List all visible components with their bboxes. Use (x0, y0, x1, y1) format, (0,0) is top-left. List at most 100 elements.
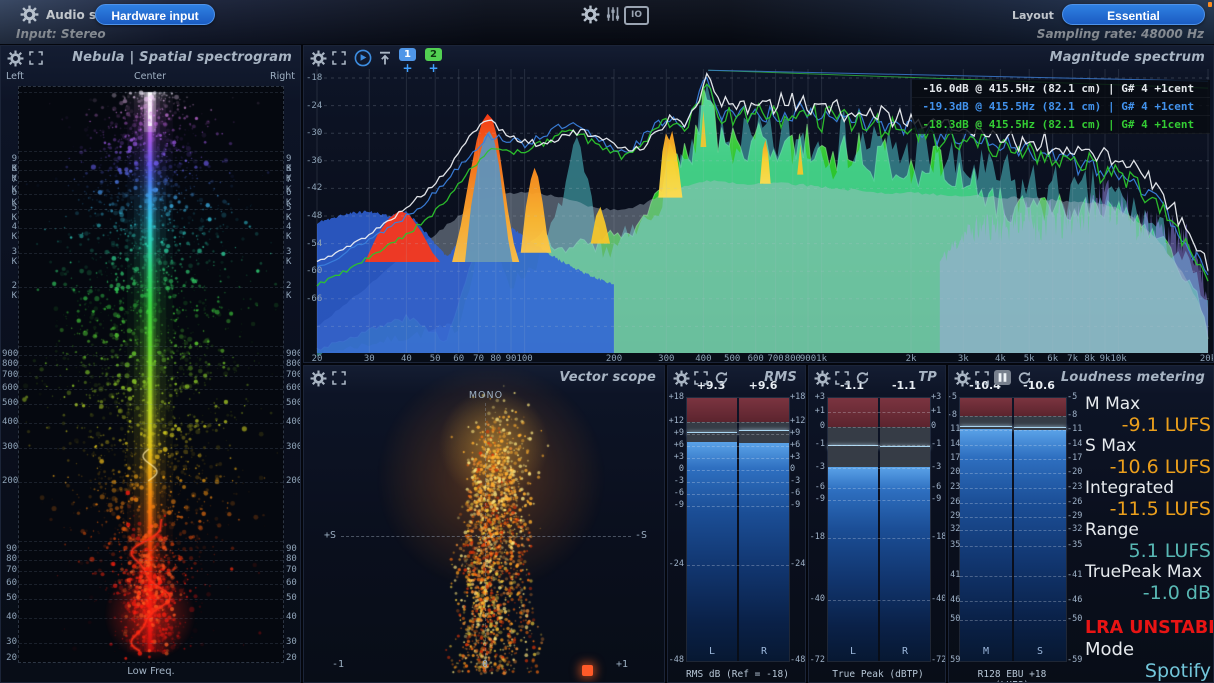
meter-scale-label: -6 (809, 483, 825, 492)
loudness-pause-button[interactable] (994, 370, 1011, 385)
meter-scale-label: -29 (1067, 512, 1087, 521)
nebula-gridline (19, 423, 283, 424)
layout-label: Layout (1012, 9, 1054, 22)
nebula-freq-label: 4 K (2, 222, 17, 242)
peak-hold-icon[interactable] (377, 50, 394, 67)
nebula-freq-label: 30 (2, 637, 17, 647)
nebula-freq-label: 700 (286, 370, 301, 380)
freq-axis-label: 4k (986, 354, 1014, 363)
audio-source-gear-icon[interactable] (20, 5, 40, 23)
meter-scale-label: -41 (1067, 571, 1087, 580)
s-plus-label: +S (324, 530, 336, 541)
spectrum-tab-1[interactable]: 1 (399, 48, 416, 61)
freq-axis-label: 20k (1194, 354, 1214, 363)
loudness-readout-value: -1.0 dB (1085, 582, 1211, 604)
rms-reset-icon[interactable] (714, 370, 731, 387)
readout-note: | G# 4 +1cent (1108, 116, 1210, 133)
io-routing-icon[interactable]: IO (624, 6, 649, 25)
rms-fullscreen-icon[interactable] (694, 371, 708, 385)
nebula-gridline (19, 151, 283, 152)
nebula-freq-label: 50 (286, 593, 301, 603)
vectorscope-panel: Vector scope MONO +S -S -1 0 +1 (303, 365, 665, 683)
loudness-caption: R128 EBU +18 (LUFS) (959, 669, 1065, 683)
loudness-fullscreen-icon[interactable] (975, 371, 989, 385)
meter-scale-label: -3 (790, 477, 806, 486)
nebula-freq-label: 200 (2, 476, 17, 486)
nebula-gridline (19, 160, 283, 161)
nebula-freq-label: 30 (286, 637, 301, 647)
meter-scale-label: -11 (1067, 425, 1087, 434)
spectrum-tab-2-add[interactable]: + (425, 61, 442, 75)
meter-scale-label: -41 (948, 571, 957, 580)
spectrum-tab-2[interactable]: 2 (425, 48, 442, 61)
settings-gear-icon[interactable] (581, 5, 601, 23)
nebula-freq-label: 300 (2, 442, 17, 452)
rms-gear-icon[interactable] (673, 370, 690, 387)
nebula-gear-icon[interactable] (7, 50, 24, 67)
nebula-freq-label: 3 K (2, 247, 17, 267)
vectorscope-fullscreen-icon[interactable] (332, 371, 346, 385)
meter-scale-label: -32 (1067, 525, 1087, 534)
meter-scale-label: -11 (948, 425, 957, 434)
meter-scale-label: -29 (948, 512, 957, 521)
db-axis-label: -24 (306, 101, 322, 111)
nebula-gridline (19, 376, 283, 377)
meter-scale-label: -9 (809, 495, 825, 504)
mixer-icon[interactable] (604, 5, 624, 23)
meter-scale-label: +9 (668, 429, 684, 438)
tp-gear-icon[interactable] (814, 370, 831, 387)
nebula-gridline (19, 560, 283, 561)
spectrum-gear-icon[interactable] (310, 50, 327, 67)
meter-scale-label: -6 (668, 489, 684, 498)
readout-row: -18.3dB @ 415.5Hz (82.1 cm) | G# 4 +1cen… (912, 116, 1210, 134)
freq-axis-label: 2k (897, 354, 925, 363)
readout-level: -19.3dB @ (912, 98, 982, 115)
clip-indicator[interactable] (582, 665, 593, 676)
vectorscope-gear-icon[interactable] (310, 370, 327, 387)
rms-panel: RMS RMS dB (Ref = -18) LR+9.3+9.6+18+18+… (667, 365, 806, 683)
nebula-axis-center-label: Center (121, 71, 179, 82)
nebula-fullscreen-icon[interactable] (29, 51, 43, 65)
nebula-panel: Nebula | Spatial spectrogram Left Center… (0, 45, 301, 683)
nebula-freq-label: 800 (286, 359, 301, 369)
tp-panel: TP True Peak (dBTP) LR-1.1-1.1+3+3+1+100… (808, 365, 946, 683)
nebula-gridline (19, 170, 283, 171)
nebula-freq-label: 400 (286, 417, 301, 427)
spectrum-fullscreen-icon[interactable] (332, 51, 346, 65)
meter-scale-label: +3 (790, 453, 806, 462)
readout-freq: 415.5Hz (82.1 cm) (982, 98, 1108, 115)
meter-scale-label: +9 (790, 429, 806, 438)
meter-scale-label: -18 (931, 533, 946, 542)
meter-scale-label: -20 (948, 468, 957, 477)
nebula-gridline (19, 599, 283, 600)
meter-channel-label: M (960, 646, 1012, 657)
meter-channel-label: R (880, 646, 930, 657)
layout-essential-button[interactable]: Essential (1062, 4, 1205, 25)
mode-value[interactable]: Spotify (1085, 660, 1211, 682)
nebula-plot (18, 86, 284, 663)
nebula-freq-label: 70 (286, 565, 301, 575)
spectrum-tab-1-add[interactable]: + (399, 61, 416, 75)
meter-scale-label: -35 (948, 541, 957, 550)
db-axis-label: -18 (306, 73, 322, 83)
nebula-gridline (19, 482, 283, 483)
input-stereo-label: Input: Stereo (16, 27, 106, 41)
db-axis-label: -60 (306, 266, 322, 276)
status-dot (1208, 2, 1212, 7)
tp-fullscreen-icon[interactable] (835, 371, 849, 385)
loudness-reset-icon[interactable] (1017, 370, 1034, 387)
readout-note: | G# 4 +1cent (1108, 80, 1210, 97)
loudness-readout-label: Integrated (1085, 478, 1211, 498)
nebula-gridline (19, 346, 283, 347)
loudness-gear-icon[interactable] (954, 370, 971, 387)
meter-scale-label: 0 (931, 422, 946, 431)
live-play-icon[interactable] (354, 49, 372, 67)
tp-reset-icon[interactable] (855, 370, 872, 387)
nebula-freq-label: 2 K (286, 281, 301, 301)
db-axis-label: -66 (306, 294, 322, 304)
level-meter: LR (686, 397, 790, 662)
nebula-freq-label: 500 (286, 398, 301, 408)
center-axis (485, 403, 486, 671)
meter-scale-label: -59 (948, 656, 957, 665)
hardware-input-button[interactable]: Hardware input (95, 4, 215, 25)
